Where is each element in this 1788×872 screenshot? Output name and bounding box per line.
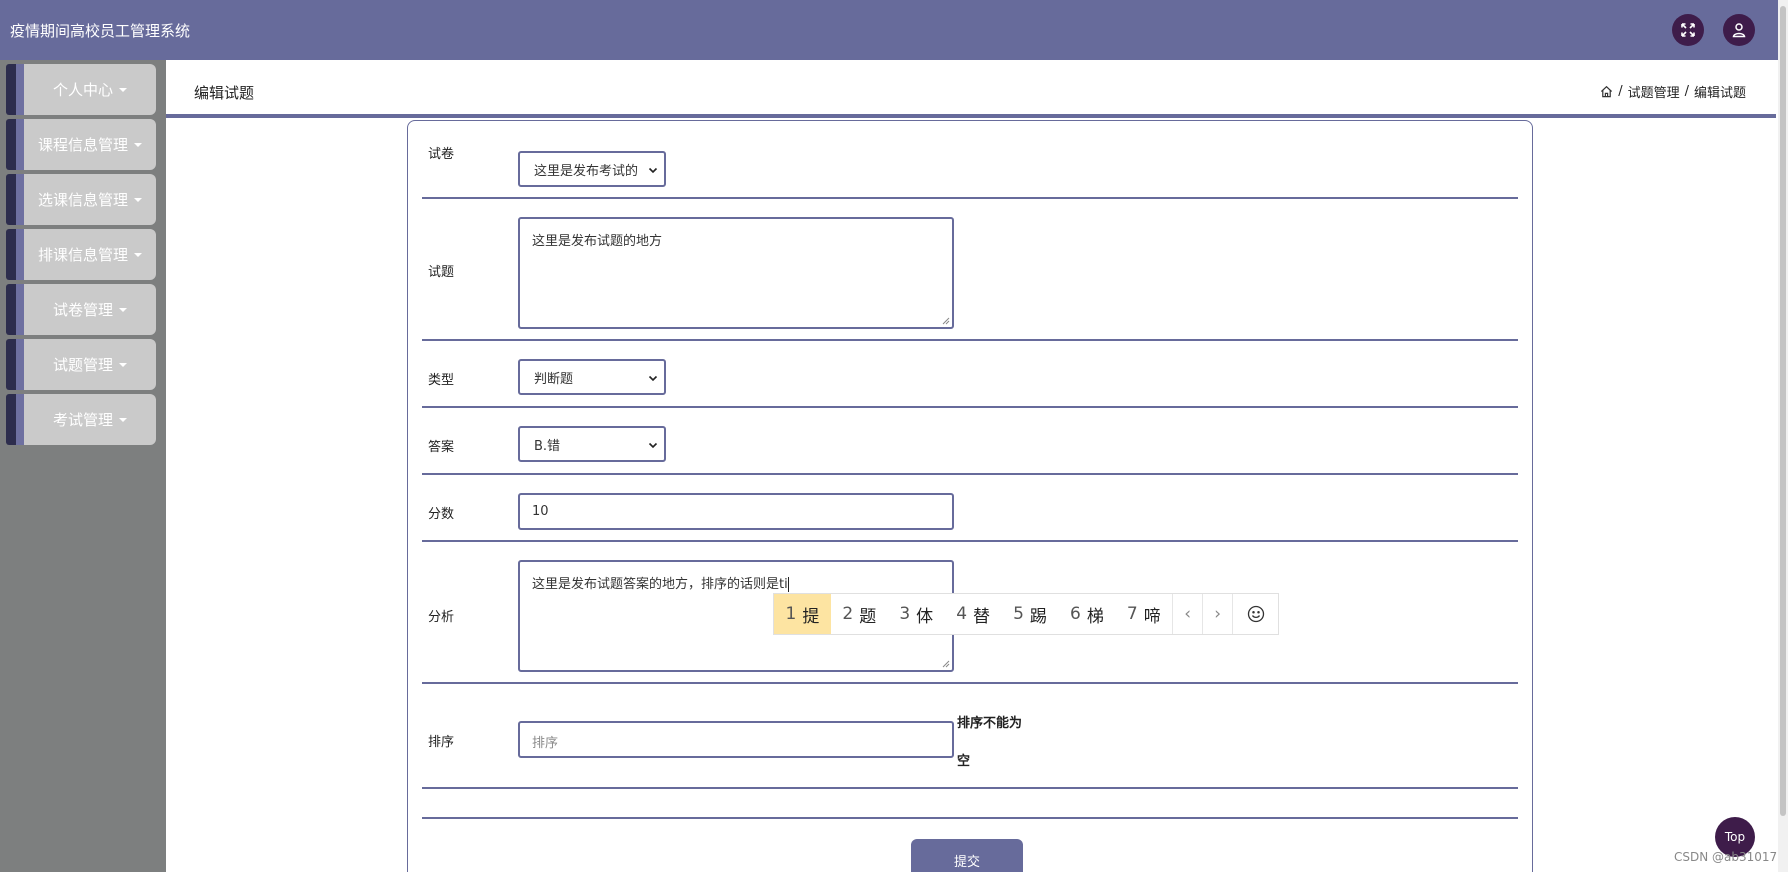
order-label: 排序 [428, 735, 455, 750]
breadcrumb-item-question-management[interactable]: 试题管理 [1628, 82, 1680, 101]
ime-emoji-button[interactable] [1232, 594, 1278, 634]
sidebar-item-course-selection[interactable]: 选课信息管理 [6, 174, 156, 225]
sidebar-item-label: 选课信息管理 [37, 191, 128, 209]
form-row-spacer [422, 789, 1518, 819]
order-error-line2: 空 [957, 754, 971, 769]
caret-down-icon [119, 362, 127, 367]
form-row-question: 试题 这里是发布试题的地方 [422, 199, 1518, 341]
user-button[interactable] [1723, 14, 1755, 46]
ime-next-page-button[interactable]: › [1202, 594, 1232, 634]
sidebar-item-label: 试卷管理 [52, 301, 113, 319]
ime-candidate[interactable]: 1提 [774, 594, 831, 634]
order-error-message: 排序不能为 空 [957, 715, 1027, 771]
resize-grip-icon[interactable] [942, 317, 950, 325]
question-textarea[interactable]: 这里是发布试题的地方 [518, 217, 954, 329]
watermark: CSDN @ab31017 [1674, 850, 1778, 864]
text-cursor [787, 577, 789, 592]
order-input-placeholder: 排序 [532, 736, 559, 751]
form-row-paper: 试卷 这里是发布考试的 [422, 121, 1518, 199]
ime-candidate[interactable]: 7啼 [1115, 594, 1172, 634]
sidebar-item-exams[interactable]: 考试管理 [6, 394, 156, 445]
ime-candidate[interactable]: 5踢 [1002, 594, 1059, 634]
submit-button[interactable]: 提交 [911, 839, 1023, 872]
breadcrumb-separator: / [1684, 84, 1689, 99]
expand-arrows-icon [1681, 23, 1695, 37]
caret-down-icon [134, 252, 142, 257]
score-label: 分数 [428, 507, 455, 522]
caret-down-icon [134, 142, 142, 147]
sidebar-item-label: 考试管理 [52, 411, 113, 429]
paper-select-value: 这里是发布考试的 [534, 163, 639, 179]
page-scrollbar[interactable] [1778, 0, 1788, 872]
type-label: 类型 [428, 373, 455, 388]
ime-candidate[interactable]: 6梯 [1058, 594, 1115, 634]
caret-down-icon [134, 197, 142, 202]
sidebar-item-course-info[interactable]: 课程信息管理 [6, 119, 156, 170]
sidebar-item-questions[interactable]: 试题管理 [6, 339, 156, 390]
fullscreen-button[interactable] [1672, 14, 1704, 46]
paper-label: 试卷 [428, 147, 455, 162]
analysis-label: 分析 [428, 610, 455, 625]
question-label: 试题 [428, 265, 455, 280]
home-icon[interactable] [1600, 85, 1613, 98]
question-text: 这里是发布试题的地方 [532, 234, 663, 249]
chevron-down-icon [648, 375, 658, 382]
order-input[interactable]: 排序 [518, 721, 954, 758]
breadcrumb-separator: / [1618, 84, 1623, 99]
ime-candidate[interactable]: 4替 [945, 594, 1002, 634]
top-header: 疫情期间高校员工管理系统 [0, 0, 1778, 60]
type-select[interactable]: 判断题 [518, 359, 666, 395]
scrollbar-thumb[interactable] [1780, 6, 1786, 816]
resize-grip-icon[interactable] [942, 660, 950, 668]
answer-select[interactable]: B.错 [518, 426, 666, 462]
ime-candidate-bar: 1提 2题 3体 4替 5踢 6梯 7啼 ‹ › [773, 593, 1279, 635]
page-title-bar: 编辑试题 / 试题管理 / 编辑试题 [166, 60, 1776, 118]
breadcrumb: / 试题管理 / 编辑试题 [1600, 82, 1746, 101]
sidebar: 个人中心 课程信息管理 选课信息管理 排课信息管理 试卷管理 试题管理 考试管理 [0, 60, 166, 872]
form-row-score: 分数 10 [422, 475, 1518, 542]
caret-down-icon [119, 417, 127, 422]
sidebar-item-papers[interactable]: 试卷管理 [6, 284, 156, 335]
user-icon [1732, 23, 1746, 38]
sidebar-item-label: 排课信息管理 [37, 246, 128, 264]
sidebar-item-personal-center[interactable]: 个人中心 [6, 64, 156, 115]
answer-label: 答案 [428, 440, 455, 455]
breadcrumb-item-edit-question: 编辑试题 [1693, 86, 1746, 101]
caret-down-icon [119, 307, 127, 312]
ime-candidate[interactable]: 3体 [888, 594, 945, 634]
ime-candidate[interactable]: 2题 [831, 594, 888, 634]
sidebar-item-schedule[interactable]: 排课信息管理 [6, 229, 156, 280]
chevron-down-icon [648, 442, 658, 449]
sidebar-item-label: 试题管理 [52, 356, 113, 374]
score-input-value: 10 [532, 504, 549, 519]
sidebar-item-label: 课程信息管理 [37, 136, 128, 154]
answer-select-value: B.错 [534, 438, 561, 454]
form-row-answer: 答案 B.错 [422, 408, 1518, 475]
ime-prev-page-button[interactable]: ‹ [1172, 594, 1202, 634]
smiley-icon [1247, 605, 1264, 623]
paper-select[interactable]: 这里是发布考试的 [518, 151, 666, 187]
page-title: 编辑试题 [194, 84, 255, 102]
app-title: 疫情期间高校员工管理系统 [10, 22, 191, 40]
order-error-line1: 排序不能为 [957, 716, 1023, 731]
type-select-value: 判断题 [534, 371, 574, 387]
edit-question-form: 试卷 这里是发布考试的 试题 这里是发布试题的地方 类型 判断题 答案 B.错 … [407, 120, 1533, 872]
sidebar-item-label: 个人中心 [52, 81, 113, 99]
chevron-down-icon [648, 167, 658, 174]
form-row-type: 类型 判断题 [422, 341, 1518, 408]
analysis-text: 这里是发布试题答案的地方，排序的话则是ti [532, 577, 788, 592]
caret-down-icon [119, 87, 127, 92]
form-row-order: 排序 排序 排序不能为 空 [422, 684, 1518, 789]
score-input[interactable]: 10 [518, 493, 954, 530]
